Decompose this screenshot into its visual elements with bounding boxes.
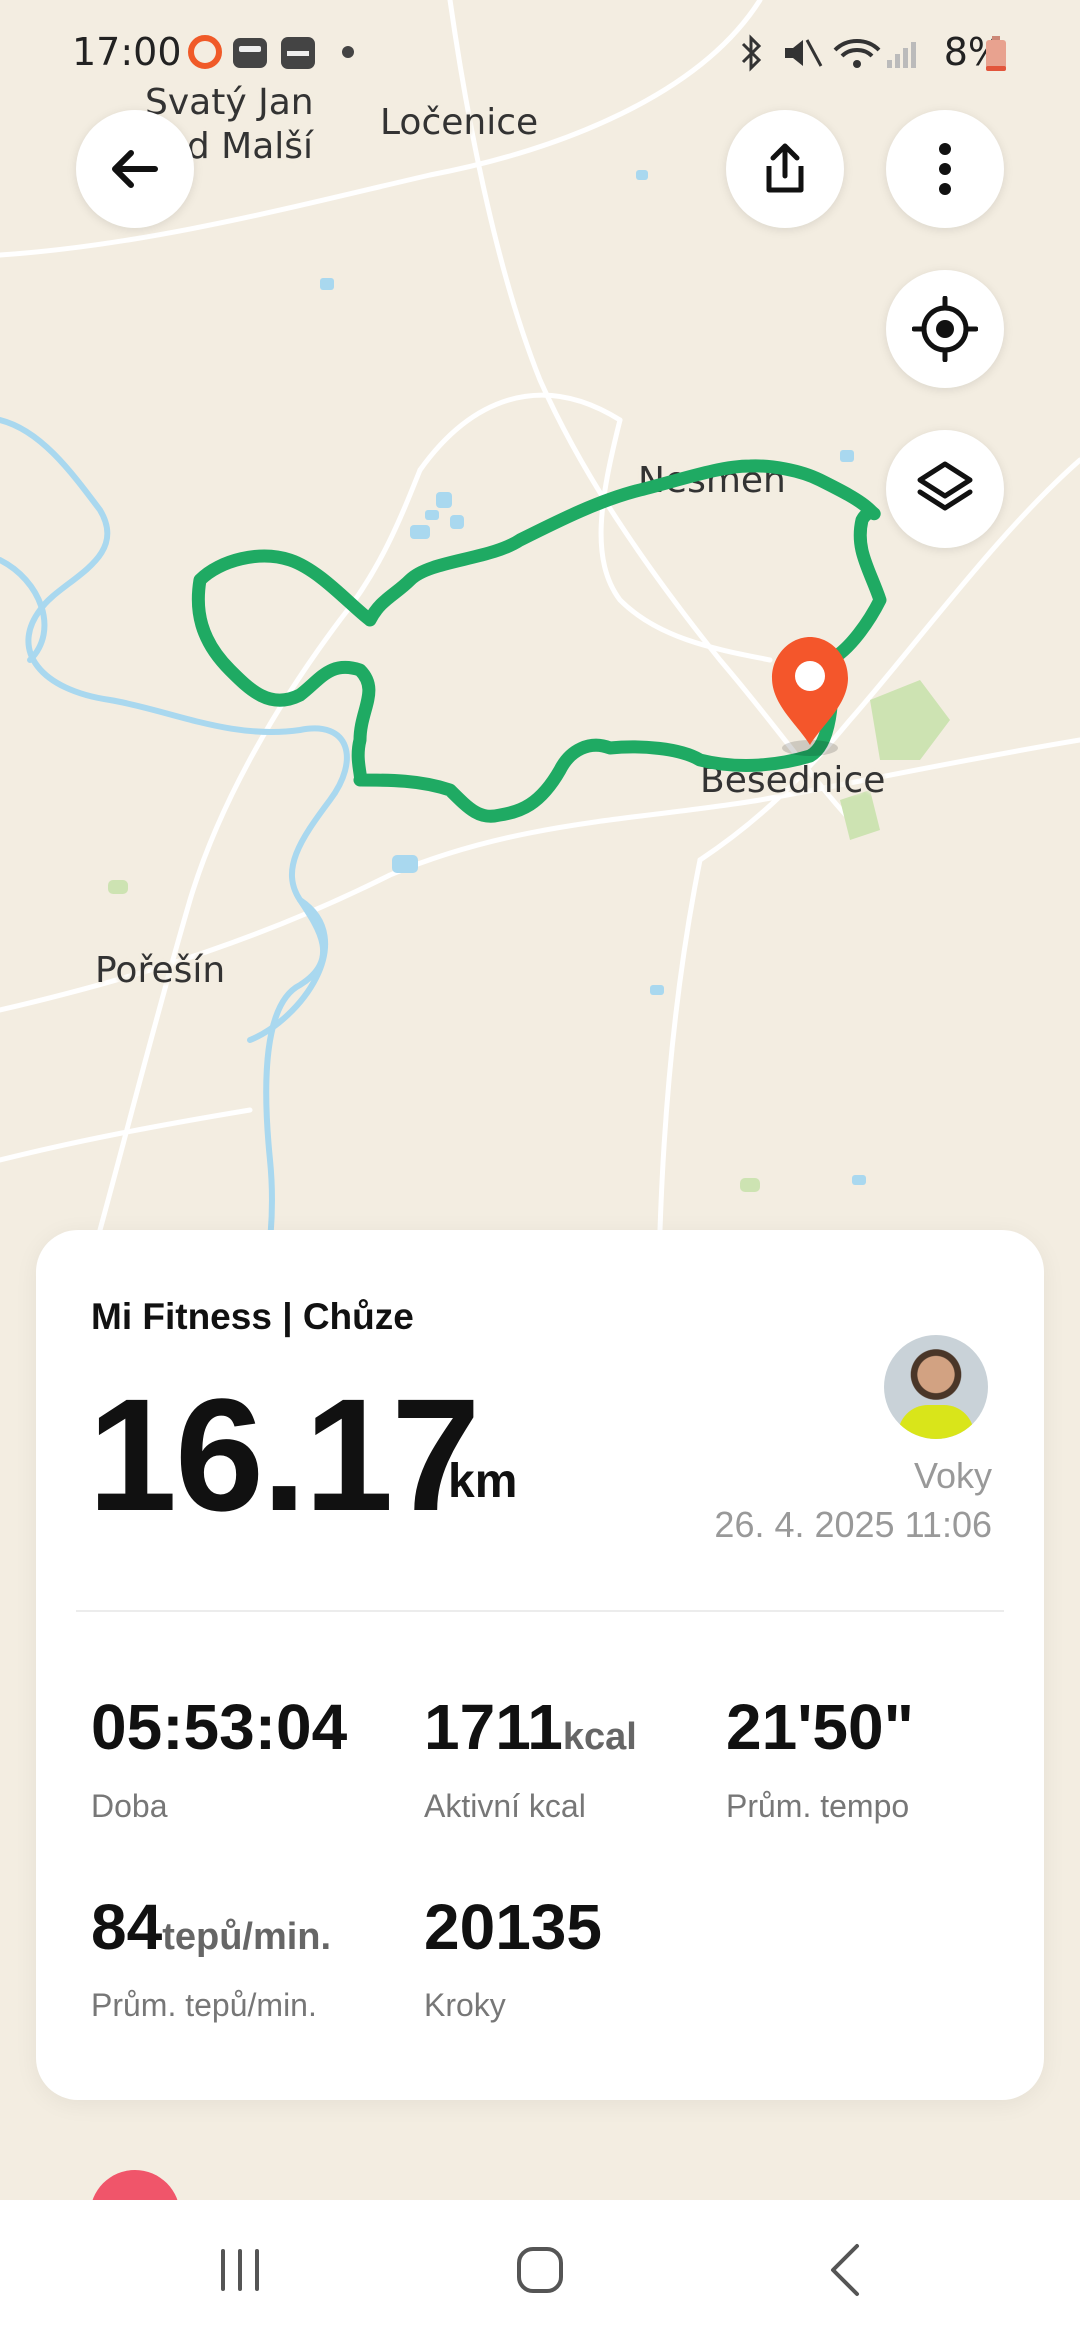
battery-icon (986, 36, 1006, 71)
stat-heart-rate-label: Prům. tepů/min. (91, 1987, 317, 2023)
home-button[interactable] (480, 2230, 600, 2310)
stat-kcal-value: 1711kcal (424, 1695, 637, 1759)
recents-icon (221, 2249, 259, 2291)
workout-source-title: Mi Fitness | Chůze (91, 1296, 414, 1337)
location-pin-icon (772, 637, 848, 756)
more-vertical-icon (939, 143, 951, 195)
notification-icons (188, 35, 354, 69)
more-options-button[interactable] (886, 110, 1004, 228)
locate-icon (912, 296, 978, 362)
stat-heart-rate-value: 84tepů/min. (91, 1895, 331, 1959)
share-icon (766, 143, 804, 193)
avatar[interactable] (884, 1335, 988, 1439)
workout-summary-card: Mi Fitness | Chůze 16.17 km Voky 26. 4. … (36, 1230, 1044, 2100)
stat-heart-rate-number: 84 (91, 1891, 163, 1963)
stat-kcal-unit: kcal (562, 1716, 637, 1758)
stat-pace-number: 21'50" (726, 1691, 914, 1763)
walk-route-line (191, 459, 887, 823)
recents-button[interactable] (180, 2230, 300, 2310)
back-button[interactable] (76, 110, 194, 228)
distance-value: 16.17 (88, 1365, 480, 1544)
status-time: 17:00 (72, 30, 182, 74)
locate-button[interactable] (886, 270, 1004, 388)
back-arrow-icon (112, 150, 158, 188)
stat-kcal-number: 1711 (424, 1691, 563, 1763)
stat-pace-label: Prům. tempo (726, 1788, 910, 1824)
divider (76, 1610, 1004, 1612)
workout-date: 26. 4. 2025 11:06 (714, 1504, 992, 1545)
back-nav-icon (831, 2244, 859, 2296)
share-button[interactable] (726, 110, 844, 228)
stat-pace-value: 21'50" (726, 1695, 914, 1759)
distance-unit: km (448, 1455, 518, 1508)
stat-steps-value: 20135 (424, 1895, 602, 1959)
stat-steps-number: 20135 (424, 1891, 602, 1963)
status-bar: 17:00 8% (0, 0, 1080, 100)
stat-heart-rate-unit: tepů/min. (162, 1916, 332, 1958)
map-layers-button[interactable] (886, 430, 1004, 548)
system-navigation-bar (0, 2200, 1080, 2340)
user-name: Voky (913, 1455, 992, 1496)
back-nav-button[interactable] (785, 2230, 905, 2310)
stat-duration-value: 05:53:04 (91, 1695, 347, 1759)
stat-kcal-label: Aktivní kcal (424, 1788, 586, 1824)
home-icon (517, 2247, 563, 2293)
system-status-icons (741, 34, 916, 72)
stat-duration-label: Doba (91, 1788, 168, 1824)
stat-duration-number: 05:53:04 (91, 1691, 348, 1763)
layers-icon (917, 461, 973, 511)
avatar-vest (898, 1405, 974, 1439)
stat-steps-label: Kroky (424, 1987, 506, 2023)
